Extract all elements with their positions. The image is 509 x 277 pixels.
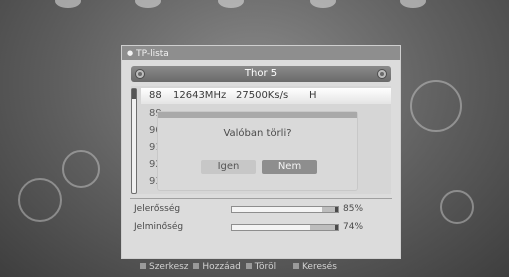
confirm-delete-dialog: Valóban törli? Igen Nem [158, 112, 357, 190]
list-scrollbar[interactable] [131, 88, 137, 194]
bubble-ring-2 [62, 150, 100, 188]
bubble-ring-3 [440, 190, 474, 224]
spotlight-4 [310, 0, 336, 8]
panel-title-bar: ● TP-lista [122, 46, 400, 60]
signal-strength-value: 85% [343, 204, 364, 214]
yes-button[interactable]: Igen [201, 160, 256, 174]
footer-add[interactable]: Hozzáad [202, 262, 240, 272]
dialog-message: Valóban törli? [223, 128, 292, 139]
bubble-ring-1 [18, 178, 62, 222]
no-button[interactable]: Nem [262, 160, 317, 174]
signal-quality-fill [232, 225, 311, 230]
footer-edit[interactable]: Szerkesz [149, 262, 189, 272]
dialog-header [158, 112, 357, 118]
tp-symbol-rate: 27500Ks/s [236, 90, 289, 101]
signal-strength-fill [232, 207, 323, 212]
prev-satellite-icon[interactable] [135, 69, 145, 79]
signal-quality-label: Jelminőség [134, 222, 184, 232]
divider [130, 198, 392, 199]
satellite-name: Thor 5 [244, 68, 278, 79]
green-key-icon [193, 263, 200, 269]
signal-strength-bar [231, 206, 339, 213]
title-bullet-icon: ● [127, 49, 134, 57]
tp-polarization: H [309, 90, 317, 101]
tp-number: 88 [149, 90, 162, 101]
footer-hints: Szerkesz Hozzáad Töröl Keresés [138, 262, 337, 274]
satellite-selector[interactable]: Thor 5 [131, 66, 391, 82]
signal-quality-bar [231, 224, 339, 231]
spotlight-3 [218, 0, 244, 8]
tp-frequency: 12643MHz [173, 90, 227, 101]
blue-key-icon [292, 263, 299, 269]
signal-quality-value: 74% [343, 222, 364, 232]
yellow-key-icon [245, 263, 252, 269]
spotlight-5 [400, 0, 426, 8]
footer-delete[interactable]: Töröl [255, 262, 276, 272]
next-satellite-icon[interactable] [377, 69, 387, 79]
red-key-icon [140, 263, 146, 269]
scrollbar-thumb[interactable] [132, 89, 136, 99]
spotlight-1 [55, 0, 81, 8]
panel-title: TP-lista [136, 49, 169, 59]
signal-strength-label: Jelerősség [134, 204, 181, 214]
signal-quality-tail [335, 225, 338, 230]
footer-search[interactable]: Keresés [302, 262, 337, 272]
transponder-row[interactable]: 88 12643MHz 27500Ks/s H [141, 88, 391, 104]
bubble-ring-4 [410, 80, 462, 132]
signal-strength-tail [335, 207, 338, 212]
spotlight-2 [135, 0, 161, 8]
